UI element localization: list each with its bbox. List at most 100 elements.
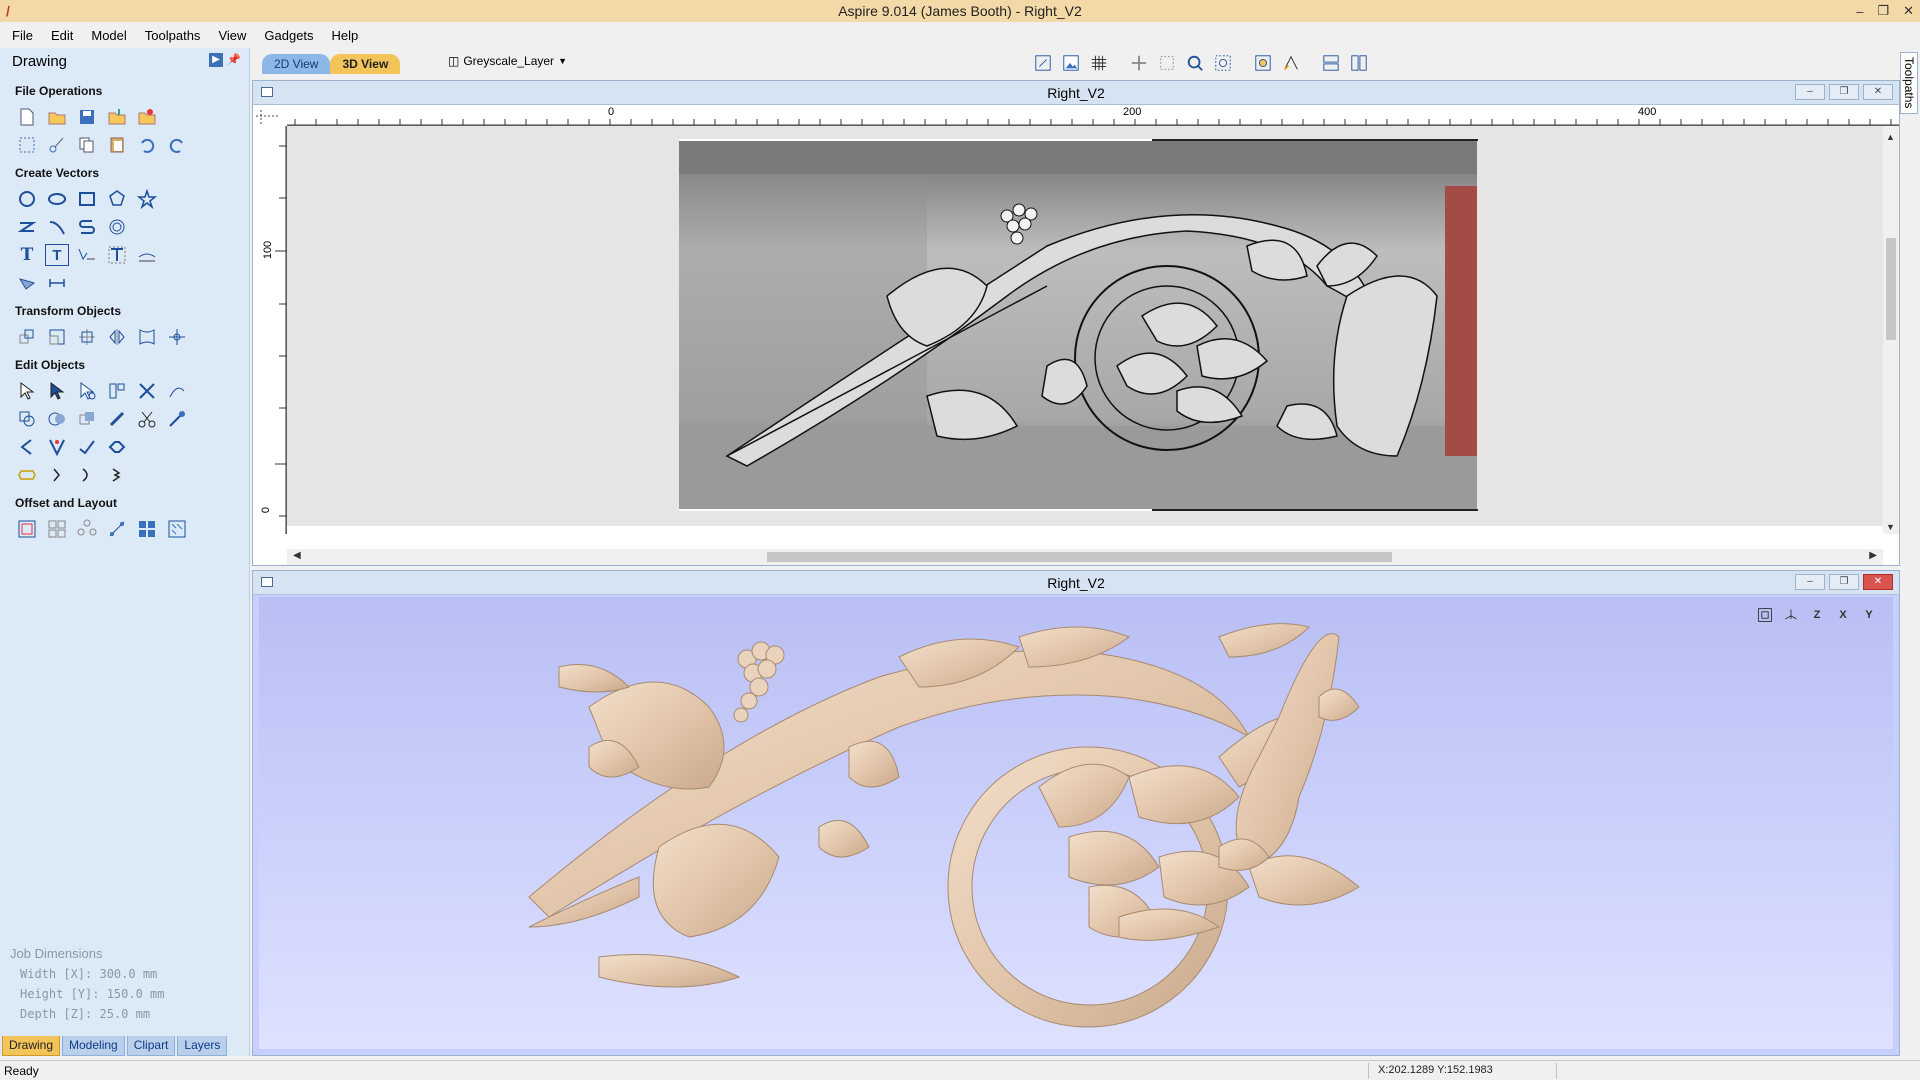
undo-icon[interactable] xyxy=(135,134,159,156)
bridge-left-icon[interactable] xyxy=(45,464,69,486)
menu-toolpaths[interactable]: Toolpaths xyxy=(145,28,201,43)
tab-layers[interactable]: Layers xyxy=(177,1036,228,1056)
iso-view-icon[interactable] xyxy=(1781,605,1801,625)
view-2d-minimize-button[interactable]: – xyxy=(1795,84,1825,100)
zoom-to-fit-icon[interactable] xyxy=(1755,605,1775,625)
pan-icon[interactable] xyxy=(1128,52,1150,74)
zoom-box-icon[interactable] xyxy=(1156,52,1178,74)
view-3d-minimize-button[interactable]: – xyxy=(1795,574,1825,590)
rectangle-icon[interactable] xyxy=(75,188,99,210)
view-2d-close-button[interactable]: ✕ xyxy=(1863,84,1893,100)
redo-icon[interactable] xyxy=(165,134,189,156)
tab-icon[interactable] xyxy=(105,464,129,486)
vertical-scrollbar[interactable]: ▲ ▼ xyxy=(1883,126,1899,534)
select-similar-icon[interactable] xyxy=(105,380,129,402)
mirror-line-icon[interactable] xyxy=(45,436,69,458)
view-y-icon[interactable]: Y xyxy=(1859,605,1879,625)
horizontal-scroll-thumb[interactable] xyxy=(767,552,1392,562)
zoom-in-icon[interactable] xyxy=(1184,52,1206,74)
curve-icon[interactable] xyxy=(75,216,99,238)
menu-file[interactable]: File xyxy=(12,28,33,43)
tab-modeling[interactable]: Modeling xyxy=(62,1036,125,1056)
dimension-text-icon[interactable] xyxy=(135,244,159,266)
star-icon[interactable] xyxy=(135,188,159,210)
tab-3d-view[interactable]: 3D View xyxy=(330,54,401,74)
fillet-icon[interactable] xyxy=(165,380,189,402)
menu-view[interactable]: View xyxy=(218,28,246,43)
menu-edit[interactable]: Edit xyxy=(51,28,73,43)
panel-dock-icon[interactable]: ▶ xyxy=(209,53,223,67)
tile-vertical-icon[interactable] xyxy=(1348,52,1370,74)
polyline-icon[interactable] xyxy=(15,216,39,238)
job-setup-icon[interactable] xyxy=(15,134,39,156)
align-icon[interactable] xyxy=(75,326,99,348)
intersect-icon[interactable] xyxy=(75,408,99,430)
nesting-icon[interactable] xyxy=(165,518,189,540)
copy-along-vector-icon[interactable] xyxy=(105,518,129,540)
vertical-scroll-thumb[interactable] xyxy=(1886,238,1896,340)
auto-layout-text-icon[interactable]: T xyxy=(45,244,69,266)
minimize-icon[interactable]: – xyxy=(1856,4,1863,19)
overlap-icon[interactable] xyxy=(105,408,129,430)
view-x-icon[interactable]: X xyxy=(1833,605,1853,625)
paste-icon[interactable] xyxy=(105,134,129,156)
snap-icon[interactable] xyxy=(1252,52,1274,74)
tab-2d-view[interactable]: 2D View xyxy=(262,54,331,74)
toolpaths-side-tab[interactable]: Toolpaths xyxy=(1900,52,1918,114)
join-vectors-icon[interactable] xyxy=(165,408,189,430)
interactive-select-icon[interactable] xyxy=(75,380,99,402)
dimensions-icon[interactable] xyxy=(45,272,69,294)
import-bitmap-icon[interactable] xyxy=(135,106,159,128)
offset-icon[interactable] xyxy=(15,518,39,540)
tab-clipart[interactable]: Clipart xyxy=(126,1036,176,1056)
view-3d-close-button[interactable]: ✕ xyxy=(1863,574,1893,590)
polygon-icon[interactable] xyxy=(105,188,129,210)
scale-icon[interactable] xyxy=(45,326,69,348)
arc-icon[interactable] xyxy=(45,216,69,238)
copy-icon[interactable] xyxy=(75,134,99,156)
restore-icon[interactable]: ❐ xyxy=(1877,3,1889,19)
grid-icon[interactable] xyxy=(1088,52,1110,74)
pin-icon[interactable]: 📌 xyxy=(227,53,241,67)
smooth-icon[interactable] xyxy=(105,436,129,458)
close-icon[interactable]: ✕ xyxy=(1903,3,1914,19)
scissors-icon[interactable] xyxy=(135,408,159,430)
circular-copy-icon[interactable] xyxy=(75,518,99,540)
block-copy-icon[interactable] xyxy=(45,518,69,540)
menu-gadgets[interactable]: Gadgets xyxy=(264,28,313,43)
spiral-icon[interactable] xyxy=(105,216,129,238)
close-vector-icon[interactable] xyxy=(15,464,39,486)
layer-selector[interactable]: ◫ Greyscale_Layer ▼ xyxy=(448,54,567,68)
tab-drawing[interactable]: Drawing xyxy=(2,1036,61,1056)
move-icon[interactable] xyxy=(15,326,39,348)
model-3d-canvas[interactable]: Z X Y xyxy=(259,597,1893,1049)
zoom-extents-icon[interactable] xyxy=(1032,52,1054,74)
ellipse-icon[interactable] xyxy=(45,188,69,210)
distort-icon[interactable] xyxy=(135,326,159,348)
show-bitmap-icon[interactable] xyxy=(1060,52,1082,74)
text-icon[interactable]: T xyxy=(15,244,39,266)
view-3d-maximize-button[interactable]: ❐ xyxy=(1829,574,1859,590)
extend-icon[interactable] xyxy=(75,436,99,458)
zoom-out-icon[interactable] xyxy=(1212,52,1234,74)
trim-icon[interactable] xyxy=(135,380,159,402)
bridge-right-icon[interactable] xyxy=(75,464,99,486)
circle-icon[interactable] xyxy=(15,188,39,210)
array-copy-icon[interactable] xyxy=(135,518,159,540)
import-vectors-icon[interactable] xyxy=(105,106,129,128)
bend-text-icon[interactable] xyxy=(105,244,129,266)
open-file-icon[interactable] xyxy=(45,106,69,128)
text-on-curve-icon[interactable] xyxy=(75,244,99,266)
node-edit-icon[interactable] xyxy=(45,380,69,402)
view-2d-maximize-button[interactable]: ❐ xyxy=(1829,84,1859,100)
draw-freehand-icon[interactable] xyxy=(15,272,39,294)
new-file-icon[interactable] xyxy=(15,106,39,128)
tile-horizontal-icon[interactable] xyxy=(1320,52,1342,74)
toolpath-preview-icon[interactable] xyxy=(1280,52,1302,74)
menu-help[interactable]: Help xyxy=(332,28,359,43)
ruler-corner[interactable] xyxy=(253,106,287,126)
view-z-icon[interactable]: Z xyxy=(1807,605,1827,625)
set-origin-icon[interactable] xyxy=(165,326,189,348)
cut-icon[interactable] xyxy=(45,134,69,156)
mirror-icon[interactable] xyxy=(105,326,129,348)
